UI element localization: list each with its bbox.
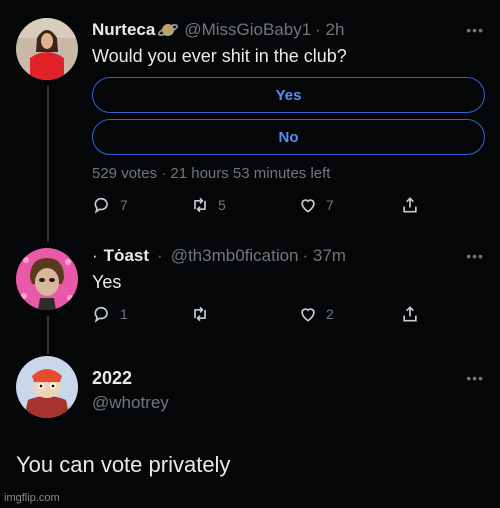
heart-icon bbox=[301, 308, 315, 322]
reply-button[interactable]: 7 bbox=[92, 195, 128, 215]
poll-meta: 529 votes · 21 hours 53 minutes left bbox=[92, 165, 331, 182]
retweet-count: 5 bbox=[218, 197, 226, 213]
share-icon bbox=[403, 306, 417, 322]
retweet-icon bbox=[194, 306, 206, 322]
tweet-actions: 7 5 7 bbox=[92, 195, 432, 217]
tweet-actions: 1 2 bbox=[92, 304, 432, 326]
display-name[interactable]: Tȯast bbox=[104, 246, 149, 266]
reply-icon bbox=[94, 197, 108, 214]
tweet-header: Nurteca @MissGioBaby1 · 2h bbox=[92, 20, 344, 40]
timestamp[interactable]: · 2h bbox=[315, 20, 344, 40]
more-options-icon[interactable]: ••• bbox=[466, 22, 484, 38]
tweet-text: Yes bbox=[92, 272, 122, 292]
user-handle[interactable]: @MissGioBaby1 bbox=[184, 20, 311, 40]
reply-count: 1 bbox=[120, 306, 128, 322]
separator: · bbox=[157, 246, 163, 265]
poll-option-no[interactable]: No bbox=[92, 119, 485, 155]
timestamp[interactable]: · 37m bbox=[303, 246, 346, 266]
more-options-icon[interactable]: ••• bbox=[466, 370, 484, 386]
display-name[interactable]: Nurteca bbox=[92, 20, 155, 40]
retweet-button[interactable]: 5 bbox=[190, 195, 226, 215]
share-button[interactable] bbox=[400, 304, 420, 324]
poll-option-yes[interactable]: Yes bbox=[92, 77, 485, 113]
like-count: 2 bbox=[326, 306, 334, 322]
thread-line bbox=[47, 86, 49, 242]
avatar[interactable] bbox=[16, 356, 78, 418]
user-handle[interactable]: @th3mb0fication bbox=[171, 246, 299, 266]
reply-count: 7 bbox=[120, 197, 128, 213]
avatar[interactable] bbox=[16, 18, 78, 80]
retweet-icon bbox=[194, 197, 206, 213]
share-icon bbox=[403, 197, 417, 213]
name-prefix: · bbox=[92, 246, 98, 265]
display-name[interactable]: 2022 bbox=[92, 368, 132, 389]
more-options-icon[interactable]: ••• bbox=[466, 248, 484, 264]
retweet-button[interactable] bbox=[190, 304, 210, 324]
like-button[interactable]: 2 bbox=[298, 304, 334, 324]
caption-text: You can vote privately bbox=[16, 452, 231, 477]
watermark: imgflip.com bbox=[4, 492, 60, 504]
share-button[interactable] bbox=[400, 195, 420, 215]
planet-emoji-icon bbox=[158, 21, 179, 39]
reply-icon bbox=[94, 306, 108, 323]
tweet-header: · Tȯast · @th3mb0fication · 37m bbox=[92, 246, 346, 266]
like-button[interactable]: 7 bbox=[298, 195, 334, 215]
avatar[interactable] bbox=[16, 248, 78, 310]
user-handle[interactable]: @whotrey bbox=[92, 393, 169, 413]
heart-icon bbox=[301, 199, 315, 213]
like-count: 7 bbox=[326, 197, 334, 213]
tweet-text: Would you ever shit in the club? bbox=[92, 46, 347, 66]
reply-button[interactable]: 1 bbox=[92, 304, 128, 324]
thread-line bbox=[47, 316, 49, 354]
